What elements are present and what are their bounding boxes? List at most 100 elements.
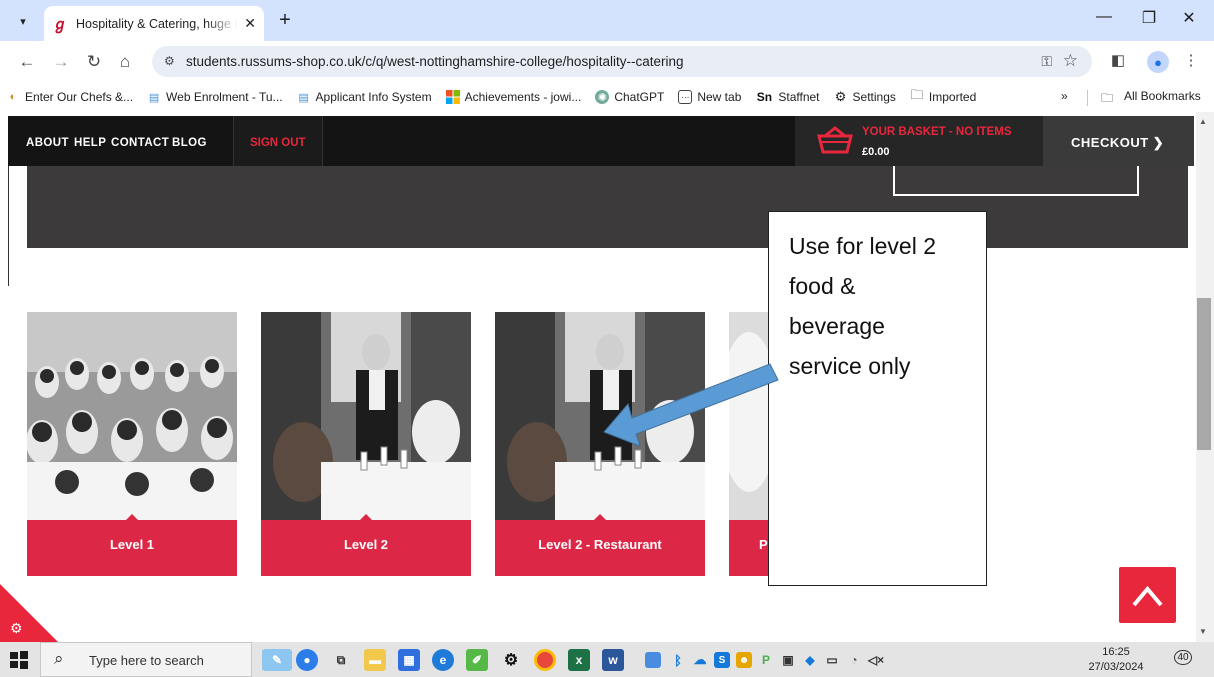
bookmark-star-icon[interactable]: ☆ [1063,51,1078,71]
tray-s-icon[interactable]: S [714,652,730,668]
browser-tab[interactable]: ℊ Hospitality & Catering, huge ra ✕ [44,6,264,41]
bookmark-item[interactable]: Achievements - jowi... [445,90,581,104]
tray-security-icon[interactable]: ◆ [802,652,818,668]
scrollbar-thumb[interactable] [1197,298,1211,450]
new-tab-icon: ⋯ [678,90,693,104]
browser-toolbar: ← → ↻ ⌂ ⚙ students.russums-shop.co.uk/c/… [0,41,1214,82]
back-to-top-button[interactable] [1119,567,1176,623]
minimize-button[interactable]: — [1081,8,1127,32]
bookmark-label: ChatGPT [614,90,665,104]
wifi-icon[interactable]: ◔ [846,652,862,668]
checkout-label: CHECKOUT ❯ [1071,135,1164,151]
chevron-up-icon [1132,585,1163,607]
home-icon[interactable]: ⌂ [114,51,136,73]
annotation-callout: Use for level 2 food & beverage service … [768,211,987,586]
nav-blog-link[interactable]: BLOG [172,137,207,149]
bookmark-item[interactable]: ▤ Applicant Info System [297,90,431,104]
checkout-button[interactable]: CHECKOUT ❯ [1043,116,1194,166]
password-key-icon[interactable]: ⚿ [1041,53,1052,70]
battery-icon[interactable]: ▭ [824,652,840,668]
tray-app-icon[interactable] [645,652,661,668]
side-panel-icon[interactable]: ◧ [1107,51,1129,73]
bookmark-item[interactable]: ✺ ChatGPT [595,90,664,104]
basket-icon [817,126,853,154]
profile-avatar[interactable]: ● [1147,51,1169,73]
bookmark-item[interactable]: ◐ Enter Our Chefs &... [6,90,133,104]
windows-start-icon[interactable] [9,650,29,670]
bookmark-label: Staffnet [778,90,820,104]
bookmark-item[interactable]: ▤ Web Enrolment - Tu... [147,90,283,104]
tab-search-button[interactable]: ▾ [10,9,36,33]
bookmark-label: Imported [928,90,977,104]
onedrive-icon[interactable]: ☁ [692,652,708,668]
page-border [8,166,9,286]
bookmarks-divider [1087,90,1088,106]
people-icon[interactable]: ● [296,649,318,671]
callout-line: Use for level 2 [789,233,937,259]
tray-user-icon[interactable]: ☻ [736,652,752,668]
sign-out-button[interactable]: SIGN OUT [233,116,323,166]
back-icon[interactable]: ← [16,51,38,73]
volume-icon[interactable]: ◁× [868,652,884,668]
notification-center-button[interactable]: 40 [1172,650,1194,670]
bookmark-item[interactable]: ⋯ New tab [678,90,741,104]
tray-display-icon[interactable]: ▣ [780,652,796,668]
bookmark-item[interactable]: ⚙ Settings [834,89,896,104]
category-card-level-2[interactable]: Level 2 [261,312,471,576]
reload-icon[interactable]: ↻ [83,51,105,73]
chrome-icon[interactable] [534,649,556,671]
basket-total: £0.00 [862,146,890,158]
new-tab-button[interactable]: + [274,10,296,32]
page-viewport: ABOUT HELP CONTACT BLOG SIGN OUT YOUR BA… [0,112,1196,642]
clock-date: 27/03/2024 [1088,661,1144,673]
category-card-level-1[interactable]: Level 1 [27,312,237,576]
menu-icon[interactable]: ⋮ [1180,51,1202,73]
cookie-settings-button[interactable] [0,584,60,642]
excel-icon[interactable]: x [568,649,590,671]
checkout-text: CHECKOUT [1071,135,1149,150]
bookmark-label: Settings [852,90,896,104]
cookie-settings-icon[interactable]: ⚙ [10,620,23,637]
scroll-down-icon[interactable]: ▼ [1199,627,1207,636]
basket-label: YOUR BASKET - NO ITEMS [862,126,1012,138]
notes-icon[interactable]: ✐ [466,649,488,671]
notification-count: 40 [1174,650,1192,665]
task-view-icon[interactable]: ⧉ [330,649,352,671]
word-icon[interactable]: w [602,649,624,671]
settings-icon[interactable]: ⚙ [500,649,522,671]
bookmark-favicon-icon: ▤ [148,91,160,104]
store-icon[interactable]: ▦ [398,649,420,671]
all-bookmarks-folder-icon[interactable]: 🗀 [1101,89,1113,110]
chatgpt-icon: ✺ [595,90,610,104]
bluetooth-icon[interactable]: ᛒ [670,652,686,668]
taskbar-search-box[interactable]: ⌕ Type here to search [40,642,252,677]
widgets-icon[interactable]: ✎ [262,649,292,671]
tray-p-icon[interactable]: P [758,652,774,668]
bookmark-item[interactable]: Sn Staffnet [755,90,820,104]
nav-contact-link[interactable]: CONTACT [111,137,169,149]
nav-help-link[interactable]: HELP [74,137,106,149]
card-label-bar: Level 1 [27,514,237,576]
settings-gear-icon: ⚙ [834,89,847,104]
bookmark-folder[interactable]: 🗀 Imported [910,87,977,104]
callout-line: food & [789,273,856,299]
callout-line: service only [789,353,911,379]
site-info-icon[interactable]: ⚙ [164,54,175,68]
nav-about-link[interactable]: ABOUT [26,137,69,149]
close-tab-icon[interactable]: ✕ [244,15,256,32]
close-window-button[interactable]: ✕ [1166,8,1212,32]
file-explorer-icon[interactable]: ▬ [364,649,386,671]
bookmarks-bar: ◐ Enter Our Chefs &... ▤ Web Enrolment -… [0,82,1214,112]
all-bookmarks-button[interactable]: All Bookmarks [1124,89,1201,103]
edge-icon[interactable]: e [432,649,454,671]
card-label: Level 1 [109,537,155,552]
basket-button[interactable]: YOUR BASKET - NO ITEMS £0.00 [795,116,1043,166]
microsoft-icon [445,90,460,104]
card-label-bar: Level 2 - Restaurant [495,514,705,576]
taskbar-clock[interactable]: 16:25 27/03/2024 [1088,645,1144,675]
scroll-up-icon[interactable]: ▲ [1199,117,1207,126]
forward-icon[interactable]: → [50,51,72,73]
address-bar[interactable]: ⚙ students.russums-shop.co.uk/c/q/west-n… [152,46,1092,77]
more-bookmarks-button[interactable]: » [1061,89,1068,103]
hero-banner [27,166,1188,248]
